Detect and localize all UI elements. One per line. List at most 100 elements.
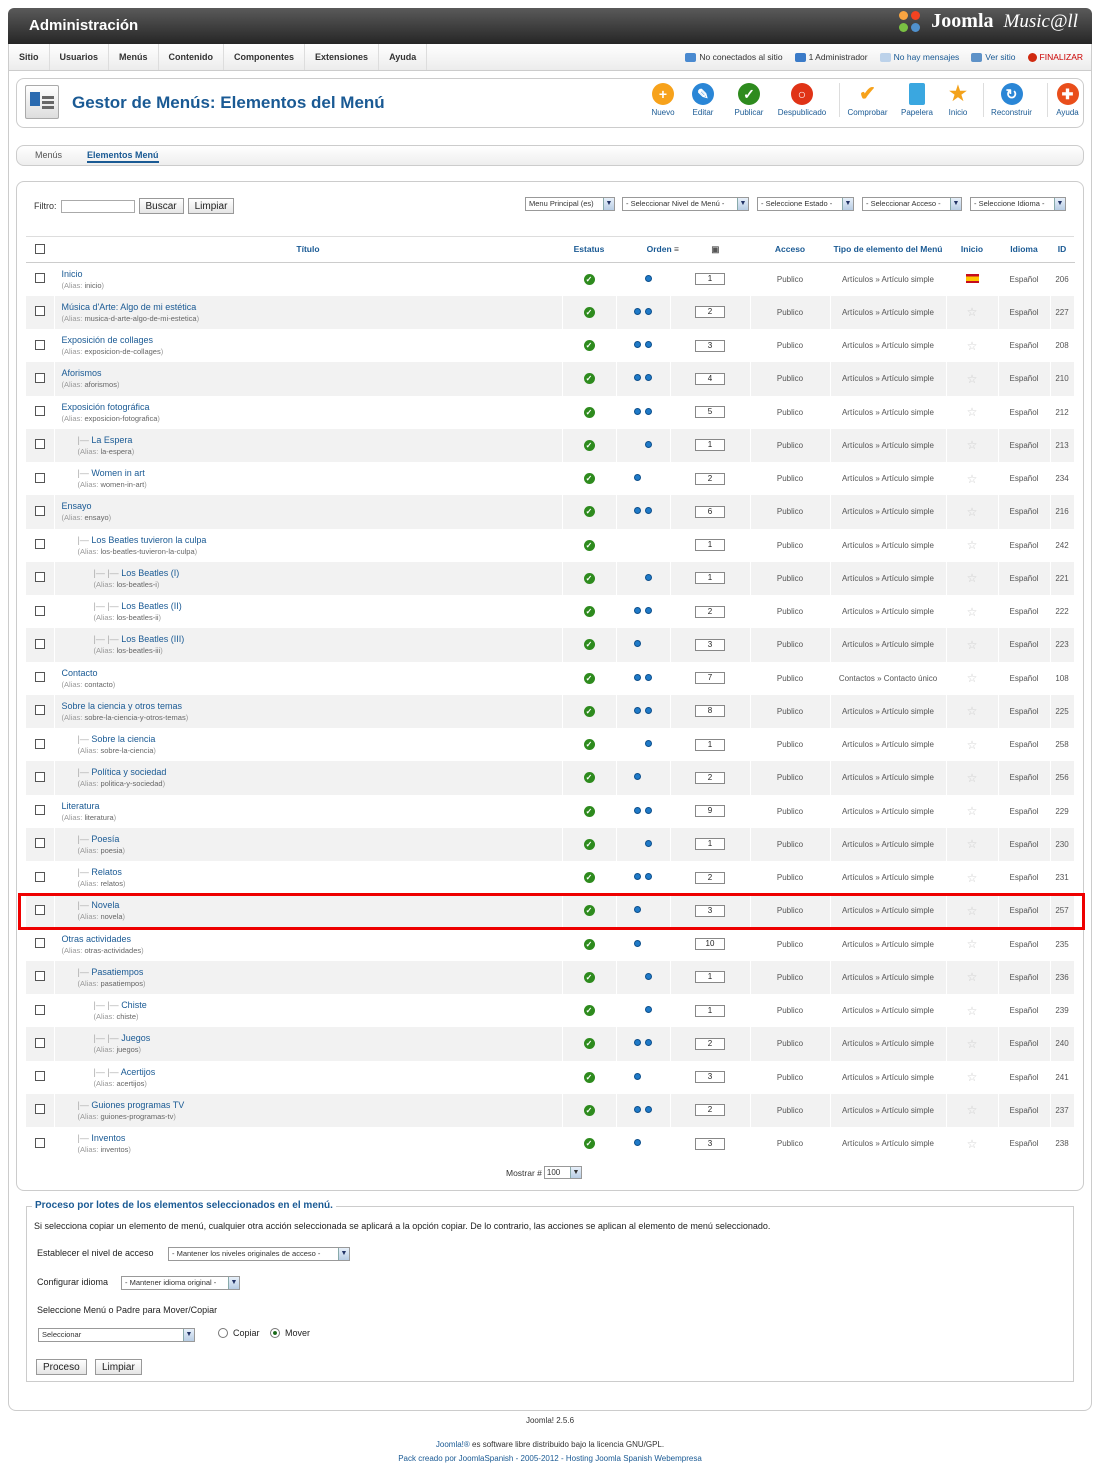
published-check-icon[interactable]: ✓ <box>583 373 595 385</box>
move-down-icon[interactable] <box>645 740 652 748</box>
order-input[interactable]: 3 <box>695 1137 725 1150</box>
move-down-icon[interactable] <box>645 440 652 448</box>
published-check-icon[interactable]: ✓ <box>583 1104 595 1116</box>
order-input[interactable]: 8 <box>695 705 725 718</box>
move-up-icon[interactable] <box>634 1072 641 1080</box>
help-button[interactable]: ✚ Ayuda <box>1047 83 1083 117</box>
published-check-icon[interactable]: ✓ <box>583 872 595 884</box>
row-checkbox[interactable] <box>34 1137 45 1148</box>
move-down-icon[interactable] <box>645 341 652 349</box>
order-input[interactable]: 1 <box>695 572 725 585</box>
order-input[interactable]: 3 <box>695 638 725 651</box>
item-title-link[interactable]: |— Poesía <box>78 834 562 844</box>
pagination-limit-select[interactable]: 100 ▼ <box>543 1166 582 1179</box>
menu-contenido[interactable]: Contenido <box>159 44 225 70</box>
star-outline-icon[interactable]: ☆ <box>967 438 978 452</box>
published-check-icon[interactable]: ✓ <box>583 639 595 651</box>
row-checkbox[interactable] <box>34 771 45 782</box>
published-check-icon[interactable]: ✓ <box>583 273 595 285</box>
copy-radio-group[interactable]: Copiar <box>218 1328 260 1338</box>
order-input[interactable]: 2 <box>695 871 725 884</box>
menu-select[interactable]: Menu Principal (es) ▼ <box>525 197 615 211</box>
star-outline-icon[interactable]: ☆ <box>967 704 978 718</box>
select-all-checkbox[interactable] <box>35 243 45 254</box>
published-check-icon[interactable]: ✓ <box>583 572 595 584</box>
row-checkbox[interactable] <box>34 372 45 383</box>
move-up-icon[interactable] <box>634 806 641 814</box>
order-input[interactable]: 1 <box>695 838 725 851</box>
published-check-icon[interactable]: ✓ <box>583 306 595 318</box>
published-check-icon[interactable]: ✓ <box>583 1138 595 1150</box>
item-title-link[interactable]: |— |— Los Beatles (II) <box>94 601 562 611</box>
row-checkbox[interactable] <box>34 439 45 450</box>
published-check-icon[interactable]: ✓ <box>583 672 595 684</box>
item-title-link[interactable]: |— |— Los Beatles (III) <box>94 634 562 644</box>
published-check-icon[interactable]: ✓ <box>583 938 595 950</box>
row-checkbox[interactable] <box>34 1071 45 1082</box>
move-up-icon[interactable] <box>634 474 641 482</box>
move-up-icon[interactable] <box>634 507 641 515</box>
state-select[interactable]: - Seleccione Estado - ▼ <box>757 197 854 211</box>
menu-ayuda[interactable]: Ayuda <box>379 44 428 70</box>
published-check-icon[interactable]: ✓ <box>583 971 595 983</box>
order-input[interactable]: 1 <box>695 1004 725 1017</box>
tab-menu-items[interactable]: Elementos Menú <box>87 150 159 163</box>
star-outline-icon[interactable]: ☆ <box>967 571 978 585</box>
published-check-icon[interactable]: ✓ <box>583 705 595 717</box>
row-checkbox[interactable] <box>34 306 45 317</box>
item-title-link[interactable]: |— |— Juegos <box>94 1033 562 1043</box>
tab-menus[interactable]: Menús <box>35 150 62 160</box>
order-input[interactable]: 3 <box>695 904 725 917</box>
order-input[interactable]: 9 <box>695 805 725 818</box>
star-outline-icon[interactable]: ☆ <box>967 1137 978 1151</box>
published-check-icon[interactable]: ✓ <box>583 905 595 917</box>
level-select[interactable]: - Seleccionar Nivel de Menú - ▼ <box>622 197 749 211</box>
order-input[interactable]: 4 <box>695 372 725 385</box>
move-down-icon[interactable] <box>645 407 652 415</box>
published-check-icon[interactable]: ✓ <box>583 406 595 418</box>
row-checkbox[interactable] <box>34 1037 45 1048</box>
row-checkbox[interactable] <box>34 738 45 749</box>
move-down-icon[interactable] <box>645 307 652 315</box>
order-input[interactable]: 2 <box>695 1104 725 1117</box>
item-title-link[interactable]: |— Novela <box>78 900 562 910</box>
col-language[interactable]: Idioma <box>998 236 1050 263</box>
item-title-link[interactable]: Aforismos <box>62 368 562 378</box>
clear-filter-button[interactable]: Limpiar <box>187 198 235 214</box>
published-check-icon[interactable]: ✓ <box>583 772 595 784</box>
published-check-icon[interactable]: ✓ <box>583 506 595 518</box>
published-check-icon[interactable]: ✓ <box>583 606 595 618</box>
published-check-icon[interactable]: ✓ <box>583 439 595 451</box>
order-input[interactable]: 2 <box>695 605 725 618</box>
move-up-icon[interactable] <box>634 773 641 781</box>
spain-flag-icon[interactable] <box>965 273 979 283</box>
move-up-icon[interactable] <box>634 640 641 648</box>
item-title-link[interactable]: |— Guiones programas TV <box>78 1100 562 1110</box>
row-checkbox[interactable] <box>34 406 45 417</box>
order-input[interactable]: 1 <box>695 273 725 286</box>
item-title-link[interactable]: |— La Espera <box>78 435 562 445</box>
move-up-icon[interactable] <box>634 1139 641 1147</box>
order-input[interactable]: 1 <box>695 539 725 552</box>
col-type[interactable]: Tipo de elemento del Menú <box>830 236 946 263</box>
checkin-button[interactable]: ✔ Comprobar <box>839 83 891 117</box>
menu-extensiones[interactable]: Extensiones <box>305 44 380 70</box>
item-title-link[interactable]: Música d'Arte: Algo de mi estética <box>62 302 562 312</box>
move-down-icon[interactable] <box>645 1039 652 1047</box>
item-title-link[interactable]: |— Pasatiempos <box>78 967 562 977</box>
menu-menus[interactable]: Menús <box>109 44 159 70</box>
filter-search-input[interactable] <box>60 199 135 213</box>
star-outline-icon[interactable]: ☆ <box>967 339 978 353</box>
order-input[interactable]: 5 <box>695 406 725 419</box>
star-outline-icon[interactable]: ☆ <box>967 738 978 752</box>
published-check-icon[interactable]: ✓ <box>583 739 595 751</box>
item-title-link[interactable]: |— Política y sociedad <box>78 767 562 777</box>
view-site-link[interactable]: Ver sitio <box>985 44 1015 70</box>
row-checkbox[interactable] <box>34 539 45 550</box>
move-up-icon[interactable] <box>634 673 641 681</box>
move-down-icon[interactable] <box>645 873 652 881</box>
star-outline-icon[interactable]: ☆ <box>967 771 978 785</box>
move-up-icon[interactable] <box>634 939 641 947</box>
star-outline-icon[interactable]: ☆ <box>967 538 978 552</box>
published-check-icon[interactable]: ✓ <box>583 473 595 485</box>
